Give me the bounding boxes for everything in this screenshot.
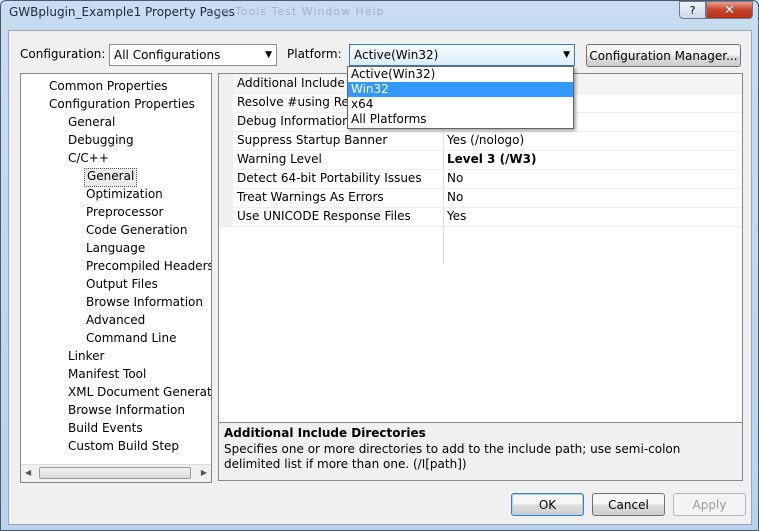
scrollbar-thumb[interactable] — [39, 467, 191, 479]
close-button[interactable]: ✕ — [706, 1, 753, 19]
row-gutter — [219, 188, 233, 207]
tree-item[interactable]: Custom Build Step — [66, 438, 181, 455]
scroll-left-icon[interactable]: ◀ — [25, 468, 31, 477]
property-name: Warning Level — [237, 152, 322, 166]
apply-button[interactable]: Apply — [673, 493, 746, 516]
property-row[interactable]: Detect 64-bit Portability Issues No — [219, 169, 742, 189]
property-name: Suppress Startup Banner — [237, 133, 388, 147]
property-row[interactable]: Warning Level Level 3 (/W3) — [219, 150, 742, 170]
tree-item[interactable]: Browse Information — [66, 402, 187, 419]
property-name: Use UNICODE Response Files — [237, 209, 411, 223]
row-gutter — [219, 150, 233, 169]
tree-item[interactable]: Common Properties — [47, 78, 170, 95]
tree-item[interactable]: Preprocessor — [84, 204, 165, 221]
property-name: Treat Warnings As Errors — [237, 190, 384, 204]
tree-item[interactable]: Debugging — [66, 132, 136, 149]
property-tree[interactable]: ◀ ▶ Common Properties Configuration Prope… — [20, 73, 212, 483]
tree-item[interactable]: Browse Information — [84, 294, 205, 311]
property-pages-window: GWBplugin_Example1 Property Pages ...ug … — [0, 0, 759, 531]
platform-value: Active(Win32) — [354, 48, 439, 62]
property-row[interactable]: Suppress Startup Banner Yes (/nologo) — [219, 131, 742, 151]
platform-dropdown-list[interactable]: Active(Win32) Win32 x64 All Platforms — [347, 66, 574, 129]
background-menu-text: ...ug Tools Test Window Help — [201, 5, 385, 18]
property-value[interactable]: Yes — [447, 209, 466, 223]
property-value[interactable]: Level 3 (/W3) — [447, 152, 537, 166]
help-button[interactable]: ? — [679, 1, 706, 19]
help-icon: ? — [689, 3, 696, 17]
title-bar[interactable]: GWBplugin_Example1 Property Pages ...ug … — [1, 1, 758, 27]
configuration-value: All Configurations — [114, 48, 221, 62]
chevron-down-icon: ▼ — [265, 50, 272, 60]
row-gutter — [219, 74, 233, 93]
dropdown-option[interactable]: Active(Win32) — [348, 67, 573, 82]
property-value[interactable]: No — [447, 190, 463, 204]
dropdown-option[interactable]: Win32 — [348, 82, 573, 97]
dropdown-option[interactable]: x64 — [348, 97, 573, 112]
scroll-right-icon[interactable]: ▶ — [201, 468, 207, 477]
tree-item[interactable]: Manifest Tool — [66, 366, 148, 383]
tree-item[interactable]: Optimization — [84, 186, 165, 203]
configuration-manager-button[interactable]: Configuration Manager... — [586, 44, 741, 67]
platform-label: Platform: — [287, 47, 342, 61]
row-gutter — [219, 93, 233, 112]
tree-horizontal-scrollbar[interactable]: ◀ ▶ — [21, 464, 211, 482]
row-gutter — [219, 131, 233, 150]
description-title: Additional Include Directories — [224, 426, 426, 440]
configuration-label: Configuration: — [20, 47, 106, 61]
property-name: Detect 64-bit Portability Issues — [237, 171, 422, 185]
property-row[interactable]: Use UNICODE Response Files Yes — [219, 207, 742, 227]
tree-item[interactable]: Language — [84, 240, 147, 257]
tree-item[interactable]: Advanced — [84, 312, 147, 329]
tree-item[interactable]: Linker — [66, 348, 106, 365]
tree-item[interactable]: Configuration Properties — [47, 96, 197, 113]
cancel-button[interactable]: Cancel — [592, 493, 665, 516]
tree-item[interactable]: Output Files — [84, 276, 160, 293]
tree-item[interactable]: Build Events — [66, 420, 145, 437]
row-gutter — [219, 169, 233, 188]
property-row[interactable]: Treat Warnings As Errors No — [219, 188, 742, 208]
close-icon: ✕ — [724, 2, 735, 18]
dropdown-option[interactable]: All Platforms — [348, 112, 573, 127]
tree-item[interactable]: Command Line — [84, 330, 179, 347]
tree-item[interactable]: Code Generation — [84, 222, 189, 239]
tree-item[interactable]: General — [84, 168, 138, 187]
property-value[interactable]: No — [447, 171, 463, 185]
row-gutter — [219, 207, 233, 226]
description-text: Specifies one or more directories to add… — [224, 442, 681, 471]
tree-item[interactable]: C/C++ — [66, 150, 111, 167]
chevron-down-icon: ▼ — [563, 50, 570, 60]
tree-item[interactable]: General — [66, 114, 117, 131]
description-panel: Additional Include Directories Specifies… — [218, 422, 743, 481]
property-value[interactable]: Yes (/nologo) — [447, 133, 524, 147]
ok-button[interactable]: OK — [511, 493, 584, 516]
tree-item[interactable]: Precompiled Headers — [84, 258, 211, 275]
configuration-select[interactable]: All Configurations ▼ — [109, 44, 277, 66]
row-gutter — [219, 112, 233, 131]
platform-select[interactable]: Active(Win32) ▼ — [349, 44, 575, 66]
tree-item[interactable]: XML Document Generator — [66, 384, 211, 401]
